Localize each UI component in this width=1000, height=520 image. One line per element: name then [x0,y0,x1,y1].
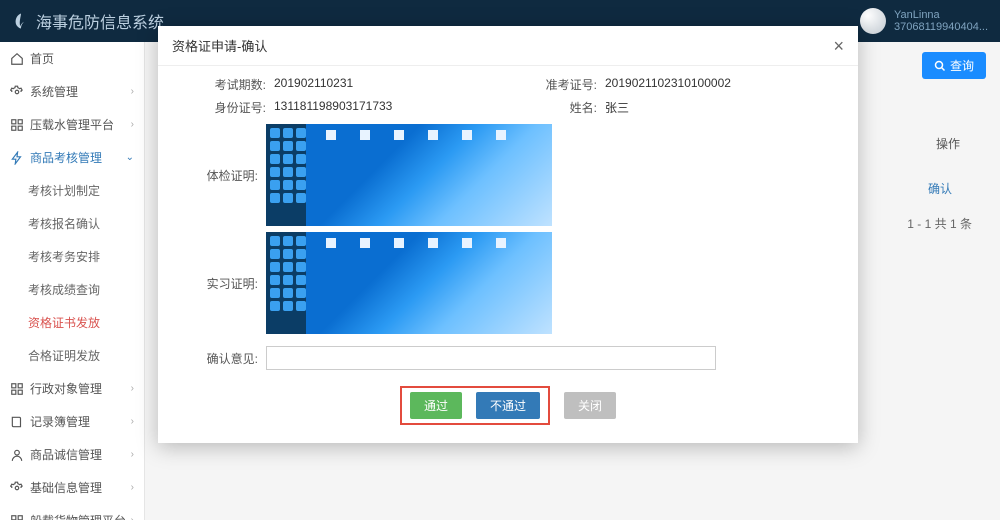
ticket-value: 2019021102310100002 [605,76,840,93]
exam-period-label: 考试期数: [176,76,266,93]
intern-proof-label: 实习证明: [176,275,266,292]
medical-proof-image[interactable] [266,124,552,226]
modal-footer: 通过 不通过 关闭 [176,386,840,425]
ticket-label: 准考证号: [517,76,597,93]
highlight-box: 通过 不通过 [400,386,550,425]
confirm-modal: 资格证申请-确认 × 考试期数: 201902110231 准考证号: 2019… [158,26,858,443]
pass-button[interactable]: 通过 [410,392,462,419]
opinion-label: 确认意见: [176,350,266,367]
idno-value: 131181198903171733 [274,99,509,116]
modal-header: 资格证申请-确认 × [158,26,858,66]
opinion-input[interactable] [266,346,716,370]
medical-proof-label: 体检证明: [176,167,266,184]
name-label: 姓名: [517,99,597,116]
close-icon[interactable]: × [833,37,844,55]
idno-label: 身份证号: [176,99,266,116]
name-value: 张三 [605,99,840,116]
intern-proof-image[interactable] [266,232,552,334]
exam-period-value: 201902110231 [274,76,509,93]
modal-title: 资格证申请-确认 [172,36,267,55]
reject-button[interactable]: 不通过 [476,392,540,419]
close-button[interactable]: 关闭 [564,392,616,419]
